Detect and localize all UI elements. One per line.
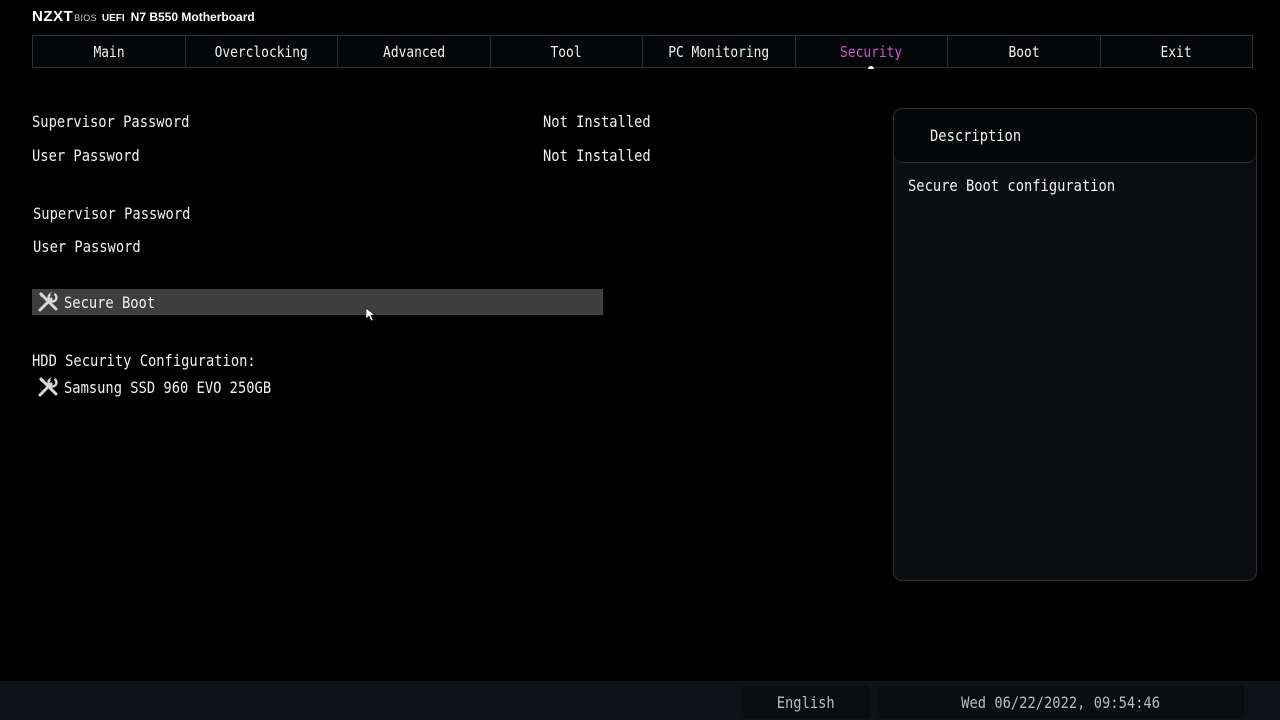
- tab-tool[interactable]: Tool: [491, 36, 643, 67]
- tab-overclocking[interactable]: Overclocking: [186, 36, 338, 67]
- language-selector[interactable]: English: [742, 686, 870, 719]
- supervisor-password-status-value: Not Installed: [543, 112, 651, 131]
- tab-label: Exit: [1160, 42, 1192, 61]
- supervisor-password-status-label: Supervisor Password: [32, 112, 190, 131]
- bios-brand: NZXT BIOS UEFI N7 B550 Motherboard: [32, 8, 255, 28]
- tab-label: Advanced: [382, 42, 445, 61]
- tab-label: PC Monitoring: [668, 42, 770, 61]
- user-password-setting[interactable]: User Password: [33, 237, 141, 257]
- tab-label: Security: [840, 42, 903, 61]
- description-title: Description: [930, 126, 1022, 145]
- tab-label: Tool: [550, 42, 582, 61]
- hdd-device-label: Samsung SSD 960 EVO 250GB: [64, 377, 272, 397]
- uefi-label: UEFI: [101, 13, 125, 24]
- description-panel: Description Secure Boot configuration: [893, 108, 1257, 581]
- hdd-security-heading: HDD Security Configuration:: [32, 351, 256, 370]
- tab-exit[interactable]: Exit: [1101, 36, 1253, 67]
- mouse-cursor-icon: [366, 308, 376, 322]
- hdd-device-item[interactable]: Samsung SSD 960 EVO 250GB: [32, 375, 305, 399]
- bios-label: BIOS: [74, 13, 97, 23]
- nzxt-logo: NZXT: [32, 8, 74, 25]
- supervisor-password-setting[interactable]: Supervisor Password: [33, 204, 190, 224]
- tab-pc-monitoring[interactable]: PC Monitoring: [643, 36, 796, 67]
- tab-label: Main: [93, 42, 125, 61]
- datetime-label: Wed 06/22/2022, 09:54:46: [961, 693, 1161, 712]
- secure-boot-menu-item[interactable]: Secure Boot: [32, 289, 603, 315]
- user-password-status-value: Not Installed: [543, 146, 651, 165]
- main-tab-bar: Main Overclocking Advanced Tool PC Monit…: [32, 35, 1253, 69]
- tab-label: Overclocking: [214, 42, 308, 61]
- tools-icon: [37, 291, 59, 313]
- user-password-status-label: User Password: [32, 146, 140, 165]
- status-footer: English Wed 06/22/2022, 09:54:46: [0, 681, 1280, 720]
- description-header: Description: [894, 109, 1256, 163]
- language-label: English: [777, 693, 835, 712]
- tab-advanced[interactable]: Advanced: [338, 36, 491, 67]
- tools-icon: [37, 376, 59, 398]
- tab-security[interactable]: Security: [796, 36, 948, 69]
- secure-boot-label: Secure Boot: [64, 292, 156, 312]
- tab-main[interactable]: Main: [33, 36, 186, 67]
- tab-label: Boot: [1008, 42, 1040, 61]
- active-tab-indicator: [868, 66, 875, 69]
- tab-boot[interactable]: Boot: [948, 36, 1101, 67]
- datetime-display: Wed 06/22/2022, 09:54:46: [878, 686, 1244, 719]
- description-text: Secure Boot configuration: [908, 176, 1116, 195]
- motherboard-model: N7 B550 Motherboard: [130, 10, 255, 24]
